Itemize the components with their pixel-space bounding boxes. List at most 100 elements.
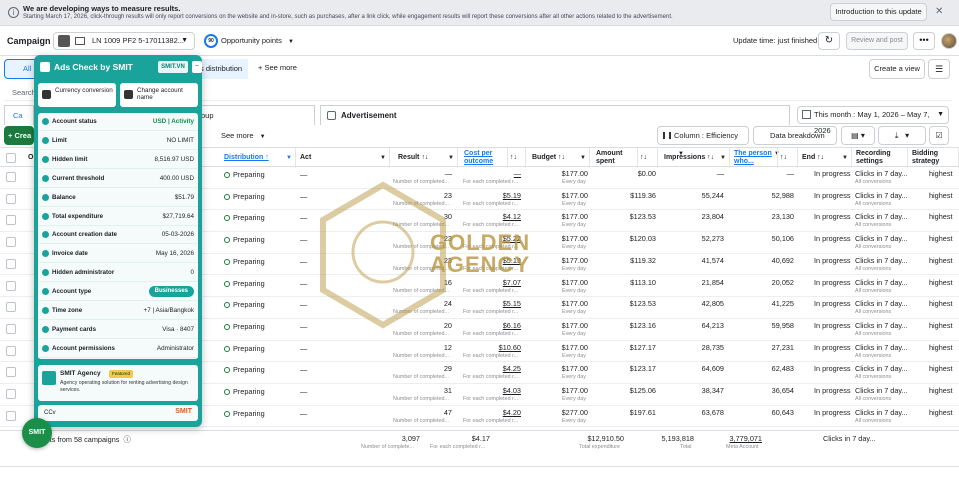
row-checkbox[interactable] [6, 280, 16, 291]
totals-impressions: 5,193,818 [661, 434, 694, 443]
col-header-impressions[interactable]: Impressions ↑↓ ▼ [662, 148, 730, 168]
account-info-row: Invoice date May 16, 2026 [38, 245, 198, 264]
col-header-cost[interactable]: Cost per outcome [462, 148, 508, 168]
row-checkbox[interactable] [6, 410, 16, 421]
row-cost[interactable]: $4.12 [462, 212, 521, 221]
col-header-reach-sort[interactable]: ↑↓ [778, 148, 798, 168]
row-checkbox[interactable] [6, 389, 16, 399]
create-button[interactable]: + Crea [4, 126, 34, 145]
row-act: — [300, 191, 308, 201]
smit-vn-badge[interactable]: SMIT.VN [158, 61, 188, 73]
info-row-icon [42, 344, 49, 352]
minimize-button[interactable]: – [192, 61, 202, 73]
date-range-picker[interactable]: This month : May 1, 2026 – May 7, 2026 ▼ [797, 106, 949, 135]
row-cost[interactable]: $5.19 [462, 191, 521, 200]
row-cost[interactable]: $4.20 [462, 408, 521, 417]
status-dot-icon [224, 302, 230, 309]
smit-agency-card[interactable]: SMIT Agency Featured Agency operating so… [38, 365, 198, 401]
row-cost[interactable]: $6.16 [462, 321, 521, 330]
col-header-bidding[interactable]: Bidding strategy [910, 148, 959, 168]
page-header: Campaign LN 1009 PF2 5-17011382... ▼ 90 … [0, 26, 959, 56]
reports-button[interactable]: ▤ ▾ [841, 126, 875, 145]
col-header-reach[interactable]: The person who... [732, 148, 778, 168]
see-more-button[interactable]: + See more [258, 63, 297, 72]
row-spent: $123.17 [629, 364, 656, 374]
chevron-down-icon: ▼ [287, 39, 294, 45]
change-account-name-button[interactable]: Change account name [120, 83, 198, 107]
row-checkbox[interactable] [6, 215, 16, 226]
create-view-button[interactable]: Create a view [869, 59, 925, 79]
row-distribution: Preparing [224, 387, 265, 396]
row-impressions: 63,678 [701, 407, 724, 417]
select-all-checkbox[interactable] [6, 153, 16, 163]
data-breakdown-selector[interactable]: Data breakdown ▼ [753, 126, 837, 157]
agency-tag: Featured [109, 370, 134, 378]
tab-campaign[interactable]: Ca [4, 105, 34, 125]
currency-conversion-button[interactable]: Currency conversion [38, 83, 116, 107]
col-header-distribution[interactable]: Distribution ↑ ▼ [222, 148, 296, 168]
export-button[interactable]: ⤓ ▾ [878, 126, 926, 145]
col-header-end[interactable]: End ↑↓ ▼ [800, 148, 852, 168]
row-recording-sub: All conversions [855, 374, 892, 381]
refresh-button[interactable]: ↻ [818, 32, 840, 50]
col-header-spent-sort[interactable]: ↑↓ [638, 148, 658, 168]
distribution-tab[interactable]: s distribution [198, 59, 248, 79]
row-cost[interactable]: $5.19 [462, 256, 521, 265]
see-more-dropdown[interactable]: See more ▼ [221, 131, 266, 140]
row-cost[interactable]: $4.03 [462, 386, 521, 395]
row-cost[interactable]: $5.15 [462, 299, 521, 308]
col-header-recording[interactable]: Recording settings [854, 148, 908, 168]
row-checkbox[interactable] [6, 367, 16, 378]
tab-advertisement[interactable]: Advertisement [320, 105, 790, 125]
account-info-row: Limit NO LIMIT [38, 132, 198, 150]
col-header-amount-spent[interactable]: Amount spent [594, 148, 638, 168]
row-distribution-label: Preparing [233, 387, 265, 396]
col-header-budget[interactable]: Budget ↑↓ ▼ [530, 148, 590, 168]
account-selector[interactable]: LN 1009 PF2 5-17011382... ▼ [53, 32, 195, 50]
account-info-row: Hidden administrator 0 [38, 264, 198, 283]
close-icon[interactable]: ✕ [935, 6, 943, 17]
row-budget-sub: Every day [562, 417, 586, 424]
account-info-row: Account permissions Administrator [38, 340, 198, 358]
all-tab[interactable]: All [4, 59, 38, 79]
column-selector[interactable]: Column : Efficiency ▼ [657, 126, 749, 157]
row-checkbox[interactable] [6, 237, 16, 248]
opportunity-points[interactable]: 90 Opportunity points ▼ [204, 34, 294, 49]
row-checkbox[interactable] [6, 323, 16, 334]
intro-update-button[interactable]: Introduction to this update [830, 3, 927, 21]
info-row-icon [42, 193, 49, 201]
status-dot-icon [224, 345, 230, 352]
row-cost[interactable]: $4.25 [462, 364, 521, 373]
row-distribution: Preparing [224, 235, 265, 244]
avatar[interactable] [941, 33, 957, 49]
row-checkbox[interactable] [6, 172, 16, 182]
chart-toggle-button[interactable]: ☑ [929, 126, 949, 145]
row-checkbox[interactable] [6, 345, 16, 356]
row-bidding: highest [929, 169, 953, 178]
row-recording-sub: All conversions [855, 200, 892, 207]
smit-floating-button[interactable]: SMIT [22, 418, 52, 448]
col-header-result[interactable]: Result ↑↓ ▼ [396, 148, 458, 168]
row-cost[interactable]: $5.22 [462, 234, 521, 243]
totals-reach[interactable]: 3,779,071 [722, 434, 762, 443]
row-checkbox[interactable] [6, 258, 16, 269]
row-cost[interactable]: — [462, 169, 521, 178]
row-result-sub: Number of completed... [393, 287, 450, 294]
row-checkbox[interactable] [6, 302, 16, 313]
row-spent: $113.10 [630, 277, 656, 287]
row-cost[interactable]: $7.07 [462, 278, 521, 287]
row-cost-sub: For each completed r... [463, 309, 519, 316]
col-header-cost-sort[interactable]: ↑↓ [508, 148, 526, 168]
row-checkbox[interactable] [6, 193, 16, 204]
review-post-button[interactable]: Review and post [846, 32, 908, 50]
row-cost-sub: For each completed r... [463, 287, 519, 294]
account-name: LN 1009 PF2 5-17011382... [92, 36, 185, 45]
account-info-row: Account type Businesses [38, 283, 198, 302]
row-distribution: Preparing [224, 365, 265, 374]
col-header-act[interactable]: Act ▼ [298, 148, 390, 168]
row-distribution-label: Preparing [233, 408, 265, 418]
row-cost[interactable]: $10.60 [462, 343, 521, 352]
more-options-button[interactable]: ••• [913, 32, 935, 50]
settings-button[interactable]: ☰ [928, 59, 950, 79]
info-key: Hidden administrator [52, 269, 115, 277]
